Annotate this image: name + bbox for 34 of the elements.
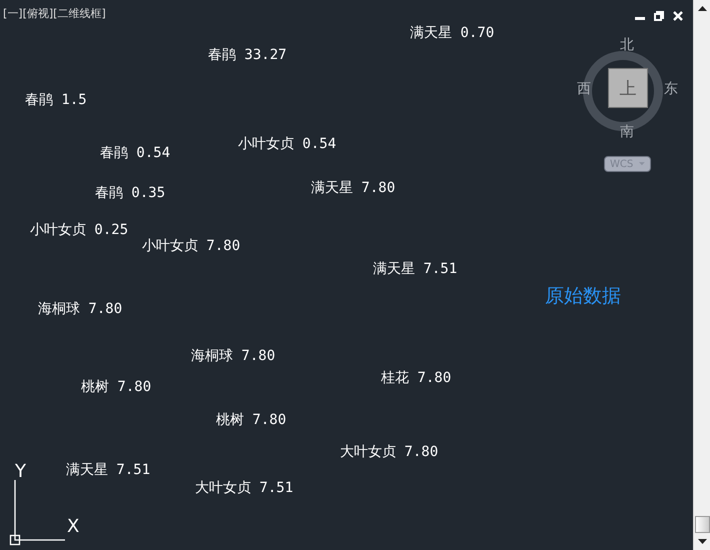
plant-label: 满天星 0.70 [410,24,494,42]
plant-label: 小叶女贞 0.25 [30,221,128,239]
plant-label: 春鹃 33.27 [208,46,287,64]
caret-icon [639,161,645,167]
plant-label: 桃树 7.80 [81,378,152,396]
plant-label: 春鹃 0.54 [100,144,170,162]
scroll-up-icon[interactable] [698,6,706,11]
drawing-title: 原始数据 [545,284,621,309]
plant-label: 满天星 7.51 [66,461,150,479]
scroll-down-icon[interactable] [698,539,706,544]
plant-label: 海桐球 7.80 [38,300,122,318]
plant-label: 大叶女贞 7.51 [195,479,294,497]
scrollbar[interactable] [693,0,710,550]
compass-label[interactable]: 西 [577,80,591,98]
plant-label: 小叶女贞 7.80 [142,237,240,255]
plant-label: 满天星 7.51 [373,260,458,278]
plant-label: 小叶女贞 0.54 [238,135,336,153]
viewport-label[interactable]: [一][俯视][二维线框] [3,6,106,21]
y-axis-label: Y [15,463,26,481]
compass-label[interactable]: 北 [620,36,634,54]
compass-label[interactable]: 东 [664,80,678,98]
plant-label: 桃树 7.80 [216,411,286,429]
plant-label: 桂花 7.80 [381,369,452,387]
plant-label: 海桐球 7.80 [191,347,276,365]
plant-label: 满天星 7.80 [311,179,396,197]
close-icon[interactable] [673,11,683,21]
x-axis-label: X [67,518,80,536]
plant-label: 春鹃 0.35 [95,184,166,202]
plant-label: 大叶女贞 7.80 [340,443,438,461]
scrollbar-thumb[interactable] [694,516,710,533]
plant-label: 春鹃 1.5 [25,91,87,109]
viewcube-face[interactable]: 上 [608,68,648,108]
restore-icon[interactable] [654,11,664,21]
compass-label[interactable]: 南 [620,123,634,141]
